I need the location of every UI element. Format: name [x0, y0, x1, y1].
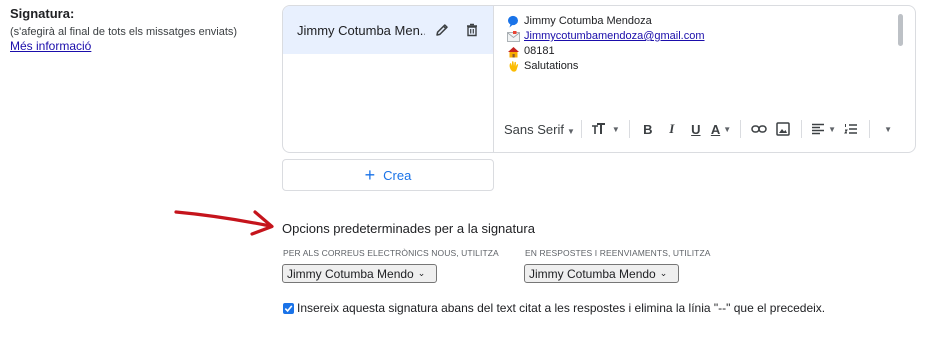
new-emails-label: PER ALS CORREUS ELECTRÒNICS NOUS, UTILIT…	[283, 248, 499, 258]
font-family-select[interactable]: Sans Serif ▼	[504, 122, 575, 137]
house-icon	[506, 45, 520, 58]
toolbar-divider	[869, 120, 871, 138]
editor-line-greeting: Salutations	[506, 59, 705, 74]
email-link[interactable]: Jimmycotumbamendoza@gmail.com	[524, 29, 705, 44]
signature-list: Jimmy Cotumba Men...	[283, 6, 494, 152]
text-color-button[interactable]: A ▼	[711, 118, 731, 140]
chevron-down-icon: ▼	[566, 126, 575, 136]
chevron-down-icon: ▼	[723, 124, 732, 134]
more-info-link[interactable]: Més informació	[10, 39, 260, 54]
replies-select-value: Jimmy Cotumba Mendo	[529, 266, 656, 281]
signature-list-item[interactable]: Jimmy Cotumba Men...	[283, 6, 493, 54]
chevron-down-icon: ▼	[884, 124, 893, 134]
chevron-down-icon: ▼	[828, 124, 837, 134]
toolbar-divider	[740, 120, 742, 138]
create-button-label: Crea	[383, 167, 412, 183]
text-size-icon[interactable]: ▼	[591, 118, 620, 140]
create-signature-button[interactable]: + Crea	[282, 159, 494, 191]
new-emails-select-value: Jimmy Cotumba Mendo	[287, 266, 414, 281]
italic-button[interactable]: I	[663, 118, 681, 140]
replies-label: EN RESPOSTES I REENVIAMENTS, UTILITZA	[525, 248, 711, 258]
editor-scrollbar[interactable]	[898, 14, 903, 46]
chevron-down-icon: ⌄	[417, 268, 426, 278]
formatting-toolbar: Sans Serif ▼ ▼ B I U A ▼ ▼ ▼	[494, 114, 915, 144]
toolbar-divider	[628, 120, 630, 138]
link-icon[interactable]	[750, 118, 768, 140]
signature-title: Signatura:	[10, 6, 75, 21]
chevron-down-icon: ⌄	[659, 268, 668, 278]
speech-bubble-icon	[506, 15, 520, 28]
signature-editor[interactable]: Jimmy Cotumba Mendoza Jimmycotumbamendoz…	[494, 6, 915, 152]
chevron-down-icon: ▼	[611, 124, 620, 134]
insert-before-quote-option: Insereix aquesta signatura abans del tex…	[283, 301, 825, 315]
editor-line-text: Salutations	[524, 60, 579, 72]
insert-before-quote-checkbox[interactable]	[283, 302, 294, 314]
editor-line-email: Jimmycotumbamendoza@gmail.com	[506, 29, 705, 44]
signature-name: Jimmy Cotumba Men...	[297, 22, 425, 38]
trash-icon[interactable]	[461, 19, 483, 41]
underline-button[interactable]: U	[687, 118, 705, 140]
red-arrow-annotation	[174, 210, 274, 236]
editor-line-text: 08181	[524, 45, 555, 57]
text-color-label: A	[710, 121, 721, 137]
plus-icon: +	[364, 165, 376, 185]
editor-content[interactable]: Jimmy Cotumba Mendoza Jimmycotumbamendoz…	[506, 14, 705, 74]
toolbar-divider	[801, 120, 803, 138]
signature-panel: Jimmy Cotumba Men... Jimmy Cotumba Mendo…	[282, 5, 916, 153]
bold-button[interactable]: B	[639, 118, 657, 140]
insert-before-quote-label: Insereix aquesta signatura abans del tex…	[297, 301, 826, 315]
signature-subtitle: (s'afegirà al final de tots els missatge…	[10, 26, 238, 38]
editor-line-name: Jimmy Cotumba Mendoza	[506, 14, 705, 29]
waving-hand-icon	[506, 60, 520, 73]
image-icon[interactable]	[774, 118, 792, 140]
editor-line-text: Jimmy Cotumba Mendoza	[524, 15, 652, 27]
signature-settings-label: Signatura: (s'afegirà al final de tots e…	[10, 6, 260, 54]
pencil-icon[interactable]	[431, 19, 453, 41]
font-family-label: Sans Serif	[504, 121, 564, 137]
envelope-icon	[506, 30, 520, 43]
editor-line-postal: 08181	[506, 44, 705, 59]
replies-signature-select[interactable]: Jimmy Cotumba Mendo ⌄	[524, 264, 679, 283]
more-formatting-icon[interactable]: ▼	[879, 118, 897, 140]
signature-defaults-title: Opcions predeterminades per a la signatu…	[282, 221, 535, 236]
align-icon[interactable]: ▼	[811, 118, 836, 140]
toolbar-divider	[580, 120, 582, 138]
new-emails-signature-select[interactable]: Jimmy Cotumba Mendo ⌄	[282, 264, 437, 283]
numbered-list-icon[interactable]	[842, 118, 860, 140]
